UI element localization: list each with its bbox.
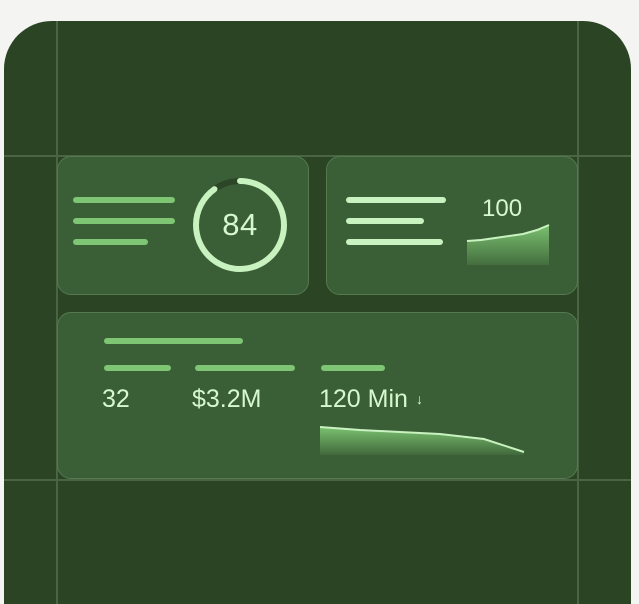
placeholder-line	[73, 239, 148, 245]
score-value: 84	[222, 207, 258, 242]
grid-line	[4, 479, 631, 481]
placeholder-line	[104, 338, 243, 344]
grid-line	[577, 21, 579, 604]
stat-label-line	[195, 365, 295, 371]
stat-count: 32	[102, 385, 130, 413]
arrow-down-icon: ↓	[415, 391, 423, 407]
stats-card[interactable]: 32 $3.2M 120 Min ↓	[57, 312, 578, 479]
dashboard-illustration: 84 100 32 $3.2M 120 Min ↓	[4, 21, 631, 604]
duration-sparkline	[319, 426, 525, 455]
placeholder-line	[346, 239, 443, 245]
trend-sparkline	[466, 224, 550, 265]
stat-label-line	[321, 365, 385, 371]
score-card[interactable]: 84	[57, 156, 309, 295]
stat-label-line	[104, 365, 171, 371]
trend-card[interactable]: 100	[326, 156, 578, 295]
trend-value: 100	[482, 195, 523, 222]
placeholder-line	[346, 197, 446, 203]
stat-amount: $3.2M	[192, 385, 262, 413]
stat-duration-value: 120 Min	[319, 385, 408, 413]
placeholder-line	[73, 218, 175, 224]
sparkline-area	[320, 427, 524, 455]
placeholder-line	[346, 218, 424, 224]
stat-duration: 120 Min ↓	[319, 385, 423, 414]
grid-line	[56, 21, 58, 604]
score-ring: 84	[192, 177, 288, 273]
placeholder-line	[73, 197, 175, 203]
